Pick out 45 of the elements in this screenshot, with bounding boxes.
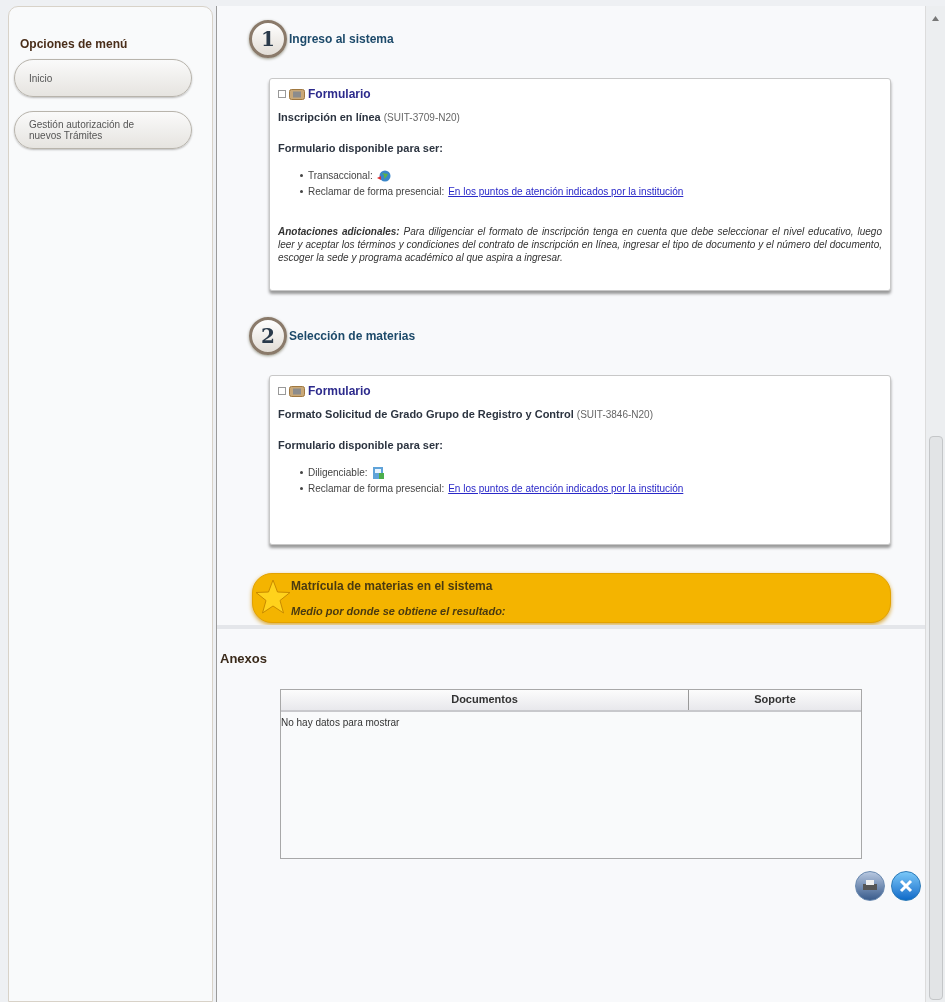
form-code: (SUIT-3709-N20) xyxy=(383,112,460,123)
form-name: Formato Solicitud de Grado Grupo de Registro y Control xyxy=(278,408,574,420)
menu-item[interactable]: Inicio xyxy=(14,59,192,97)
option-label: Reclamar de forma presencial: xyxy=(308,482,445,496)
printer-icon xyxy=(862,879,878,892)
form-header: Formulario xyxy=(308,86,371,103)
option-label: Transaccional: xyxy=(308,169,373,183)
column-header: Documentos xyxy=(281,689,689,710)
collapse-toggle[interactable] xyxy=(278,387,286,395)
bullet-icon xyxy=(300,471,303,474)
step-title: Ingreso al sistema xyxy=(289,31,394,48)
location-link[interactable]: En los puntos de atención indicados por la institución xyxy=(448,184,684,199)
globe-icon xyxy=(375,168,392,183)
step-number: 2 xyxy=(249,317,287,355)
form-header: Formulario xyxy=(308,383,371,400)
form-code: (SUIT-3846-N20) xyxy=(576,409,653,420)
column-header: Soporte xyxy=(753,692,797,708)
menu-item[interactable]: Gestión autorización de nuevos Trámites xyxy=(14,111,192,149)
option-label: Diligenciable: xyxy=(308,466,368,480)
collapse-toggle[interactable] xyxy=(278,90,286,98)
bullet-icon xyxy=(300,190,303,193)
option-label: Reclamar de forma presencial: xyxy=(308,185,445,199)
empty-message: No hay datos para mostrar xyxy=(281,715,401,730)
availability-label: Formulario disponible para ser: xyxy=(278,437,445,453)
location-link[interactable]: En los puntos de atención indicados por la institución xyxy=(448,481,684,496)
bullet-icon xyxy=(300,174,303,177)
close-icon xyxy=(899,878,913,893)
step-number: 1 xyxy=(249,20,287,58)
sidebar-title: Opciones de menú xyxy=(20,36,129,53)
bullet-icon xyxy=(300,487,303,490)
form-icon xyxy=(289,88,305,100)
notes-text: Anotaciones adicionales: Para diligenciar el formato de inscripción tenga en cuenta que debe seleccionar el nivel educativo, luego leer y aceptar los términos y condiciones del contrato de inscripción en línea, ingresar el tipo de documento y el número del documento, escoger la sede y programa académico al que aspira a ingresar. xyxy=(278,225,882,264)
scrollbar-thumb[interactable] xyxy=(928,436,943,1000)
close-button[interactable] xyxy=(891,870,921,901)
section-title: Anexos xyxy=(220,650,268,668)
step-title: Selección de materias xyxy=(289,328,416,345)
print-button[interactable] xyxy=(855,870,885,901)
document-icon xyxy=(370,465,387,480)
result-subtitle: Medio por donde se obtiene el resultado: xyxy=(291,603,506,619)
scrollbar[interactable] xyxy=(925,6,945,1002)
result-title: Matrícula de materias en el sistema xyxy=(291,577,494,595)
form-name: Inscripción en línea xyxy=(278,111,381,123)
availability-label: Formulario disponible para ser: xyxy=(278,140,445,156)
form-icon xyxy=(289,385,305,397)
scroll-up-icon[interactable] xyxy=(932,16,939,21)
